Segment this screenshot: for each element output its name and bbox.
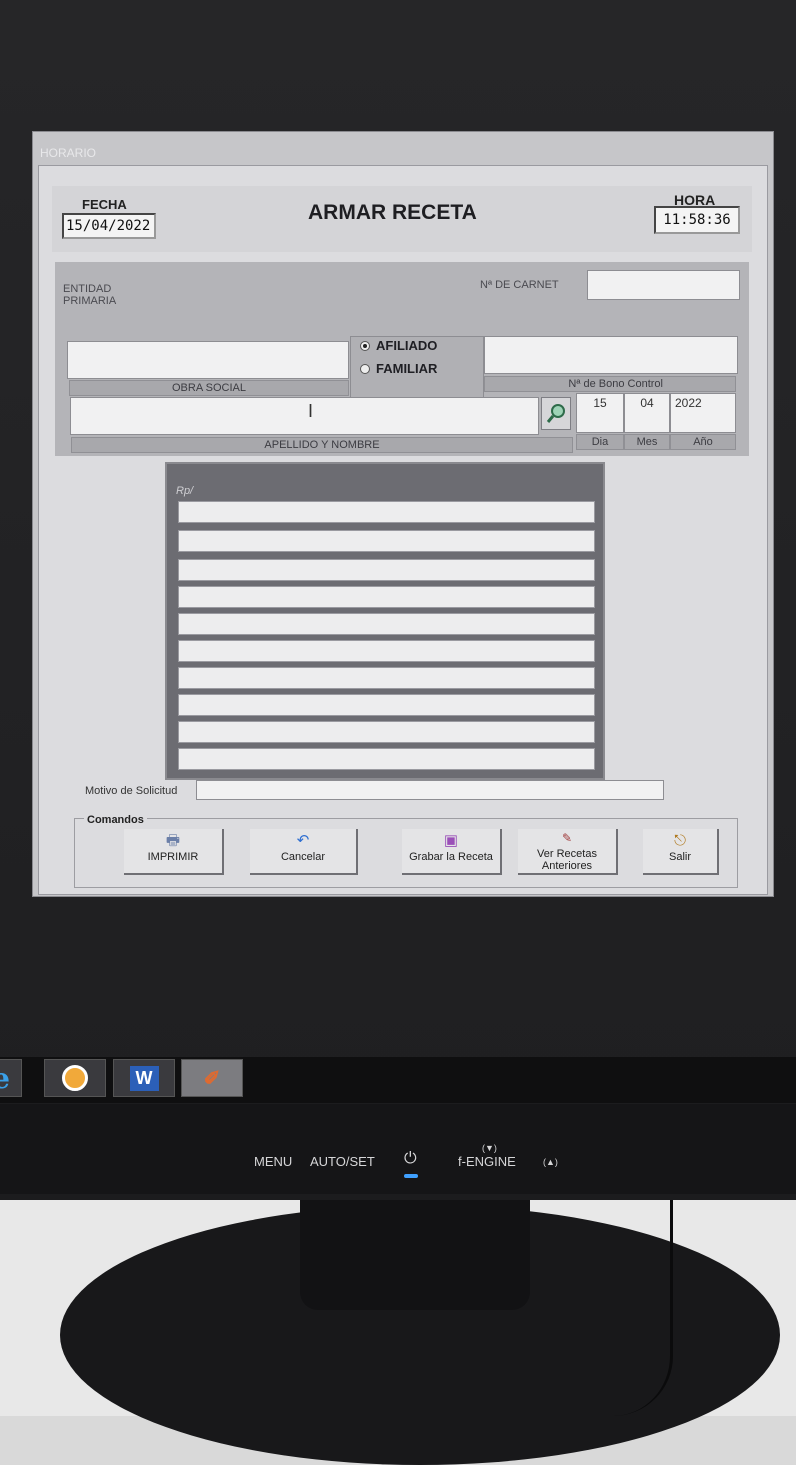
monitor-menu-button[interactable]: MENU bbox=[254, 1154, 292, 1169]
carnet-label: Nª DE CARNET bbox=[480, 279, 559, 291]
obra-social-field[interactable] bbox=[67, 341, 349, 379]
taskbar-word-button[interactable]: W bbox=[113, 1059, 175, 1097]
rp-line-3[interactable] bbox=[178, 559, 595, 581]
page-title: ARMAR RECETA bbox=[308, 201, 477, 224]
fecha-field[interactable]: 15/04/2022 bbox=[62, 213, 156, 239]
save-disk-icon: ▣ bbox=[443, 832, 459, 849]
grabar-receta-button[interactable]: ▣ Grabar la Receta bbox=[402, 829, 502, 875]
pencil-app-icon[interactable]: ✐ bbox=[181, 1059, 243, 1097]
motivo-field[interactable] bbox=[196, 780, 664, 800]
app-icon bbox=[62, 1065, 88, 1091]
radio-familiar-label: FAMILIAR bbox=[376, 361, 438, 376]
mes-field[interactable]: 04 bbox=[624, 393, 670, 433]
monitor-autoset-button[interactable]: AUTO/SET bbox=[310, 1154, 375, 1169]
apellido-nombre-label: APELLIDO Y NOMBRE bbox=[71, 437, 573, 453]
rp-line-7[interactable] bbox=[178, 667, 595, 689]
mes-label: Mes bbox=[624, 434, 670, 450]
dia-label: Dia bbox=[576, 434, 624, 450]
monitor-fengine-button[interactable]: f-ENGINE bbox=[458, 1154, 516, 1169]
rp-line-1[interactable] bbox=[178, 501, 595, 523]
rp-line-5[interactable] bbox=[178, 613, 595, 635]
imprimir-label: IMPRIMIR bbox=[147, 851, 199, 863]
motivo-label: Motivo de Solicitud bbox=[85, 785, 178, 797]
cancelar-button[interactable]: ↶ Cancelar bbox=[250, 829, 358, 875]
radio-afiliado[interactable]: AFILIADO bbox=[360, 338, 437, 353]
search-icon bbox=[546, 404, 565, 423]
ie-icon[interactable]: e bbox=[0, 1059, 22, 1097]
entidad-label: ENTIDAD PRIMARIA bbox=[63, 283, 117, 307]
recipes-icon: ✎ bbox=[561, 831, 573, 845]
grabar-receta-label: Grabar la Receta bbox=[409, 851, 493, 863]
power-icon[interactable]: ⏻ bbox=[404, 1150, 417, 1168]
anio-field[interactable]: 2022 bbox=[670, 393, 736, 433]
hora-field[interactable]: 11:58:36 bbox=[654, 206, 740, 234]
carnet-field[interactable] bbox=[587, 270, 740, 300]
monitor-stand-neck bbox=[300, 1195, 530, 1310]
cancelar-label: Cancelar bbox=[280, 851, 326, 863]
salir-button[interactable]: ⎋ Salir bbox=[643, 829, 719, 875]
monitor-cable bbox=[560, 1200, 673, 1416]
radio-selected-icon bbox=[360, 340, 370, 351]
rp-line-4[interactable] bbox=[178, 586, 595, 608]
fecha-label: FECHA bbox=[82, 197, 127, 212]
bono-control-field[interactable] bbox=[484, 336, 738, 374]
apellido-nombre-field[interactable] bbox=[70, 397, 539, 435]
monitor-bottom-bezel bbox=[0, 1104, 796, 1194]
monitor-down-label: (▼) bbox=[482, 1143, 497, 1153]
word-icon: W bbox=[129, 1065, 159, 1091]
radio-familiar[interactable]: FAMILIAR bbox=[360, 361, 437, 376]
printer-icon: 🖶 bbox=[165, 832, 181, 849]
rp-line-8[interactable] bbox=[178, 694, 595, 716]
radio-unselected-icon bbox=[360, 363, 370, 374]
undo-icon: ↶ bbox=[296, 832, 310, 849]
search-button[interactable] bbox=[541, 397, 571, 430]
power-led bbox=[404, 1174, 418, 1178]
rp-line-9[interactable] bbox=[178, 721, 595, 743]
text-cursor-icon: I bbox=[308, 401, 314, 421]
salir-label: Salir bbox=[668, 851, 691, 863]
ver-recetas-button[interactable]: ✎ Ver Recetas Anteriores bbox=[518, 829, 618, 875]
anio-label: Año bbox=[670, 434, 736, 450]
bono-control-label: Nª de Bono Control bbox=[484, 376, 736, 392]
taskbar-app-button[interactable] bbox=[44, 1059, 106, 1097]
dia-field[interactable]: 15 bbox=[576, 393, 624, 433]
rp-line-6[interactable] bbox=[178, 640, 595, 662]
imprimir-button[interactable]: 🖶 IMPRIMIR bbox=[124, 829, 224, 875]
window-title: HORARIO bbox=[40, 146, 97, 160]
exit-door-icon: ⎋ bbox=[674, 832, 686, 849]
ver-recetas-label: Ver Recetas Anteriores bbox=[537, 848, 597, 872]
rp-line-10[interactable] bbox=[178, 748, 595, 770]
rp-label: Rp/ bbox=[176, 485, 194, 497]
commands-title: Comandos bbox=[84, 814, 147, 826]
rp-line-2[interactable] bbox=[178, 530, 595, 552]
radio-afiliado-label: AFILIADO bbox=[376, 338, 438, 353]
obra-social-label: OBRA SOCIAL bbox=[69, 380, 349, 396]
monitor-up-button[interactable]: (▲) bbox=[543, 1157, 558, 1167]
